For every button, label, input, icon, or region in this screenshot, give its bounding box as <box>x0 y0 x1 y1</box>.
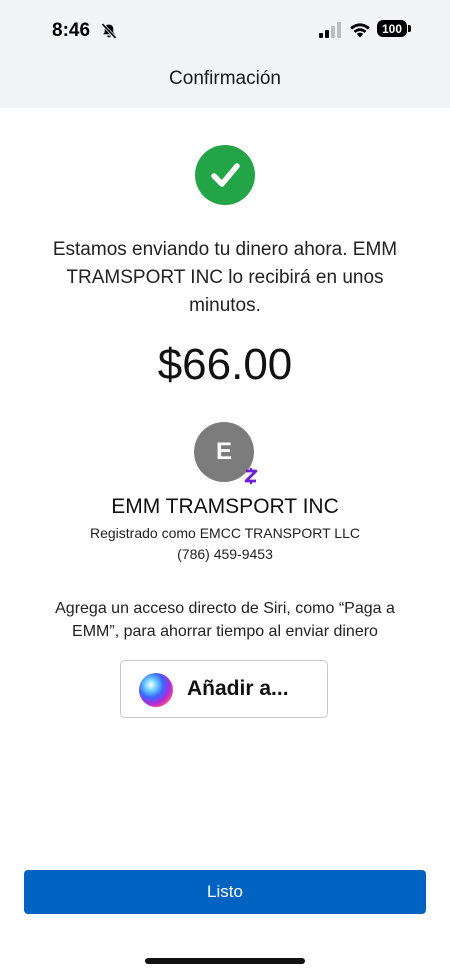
amount-sent: $66.00 <box>157 340 293 389</box>
recipient-phone: (786) 459-9453 <box>177 546 273 562</box>
battery-level: 100 <box>381 21 403 36</box>
confirmation-message: Estamos enviando tu dinero ahora. EMM TR… <box>52 239 398 316</box>
status-time: 8:46 <box>52 20 91 41</box>
add-to-siri-label: Añadir a... <box>187 677 289 700</box>
wifi-icon <box>350 23 370 38</box>
cellular-signal-icon <box>319 22 341 38</box>
page-title: Confirmación <box>169 68 281 89</box>
checkmark-circle-icon <box>195 145 255 205</box>
add-to-siri-button[interactable]: Añadir a... <box>120 660 328 718</box>
checkmark-icon <box>211 163 240 187</box>
recipient-name: EMM TRAMSPORT INC <box>111 495 339 518</box>
recipient-registered-as: Registrado como EMCC TRANSPORT LLC <box>90 525 360 541</box>
bell-slash-icon <box>101 23 117 39</box>
siri-shortcut-prompt: Agrega un acceso directo de Siri, como “… <box>55 600 395 640</box>
home-indicator[interactable] <box>145 958 305 964</box>
battery-icon: 100 <box>377 20 407 37</box>
zelle-z-icon <box>242 466 260 486</box>
status-bar: 8:46 100 <box>0 0 450 60</box>
avatar-initial: E <box>215 438 232 465</box>
battery-tip <box>408 25 411 32</box>
done-button[interactable]: Listo <box>24 870 426 914</box>
siri-icon <box>139 673 173 707</box>
